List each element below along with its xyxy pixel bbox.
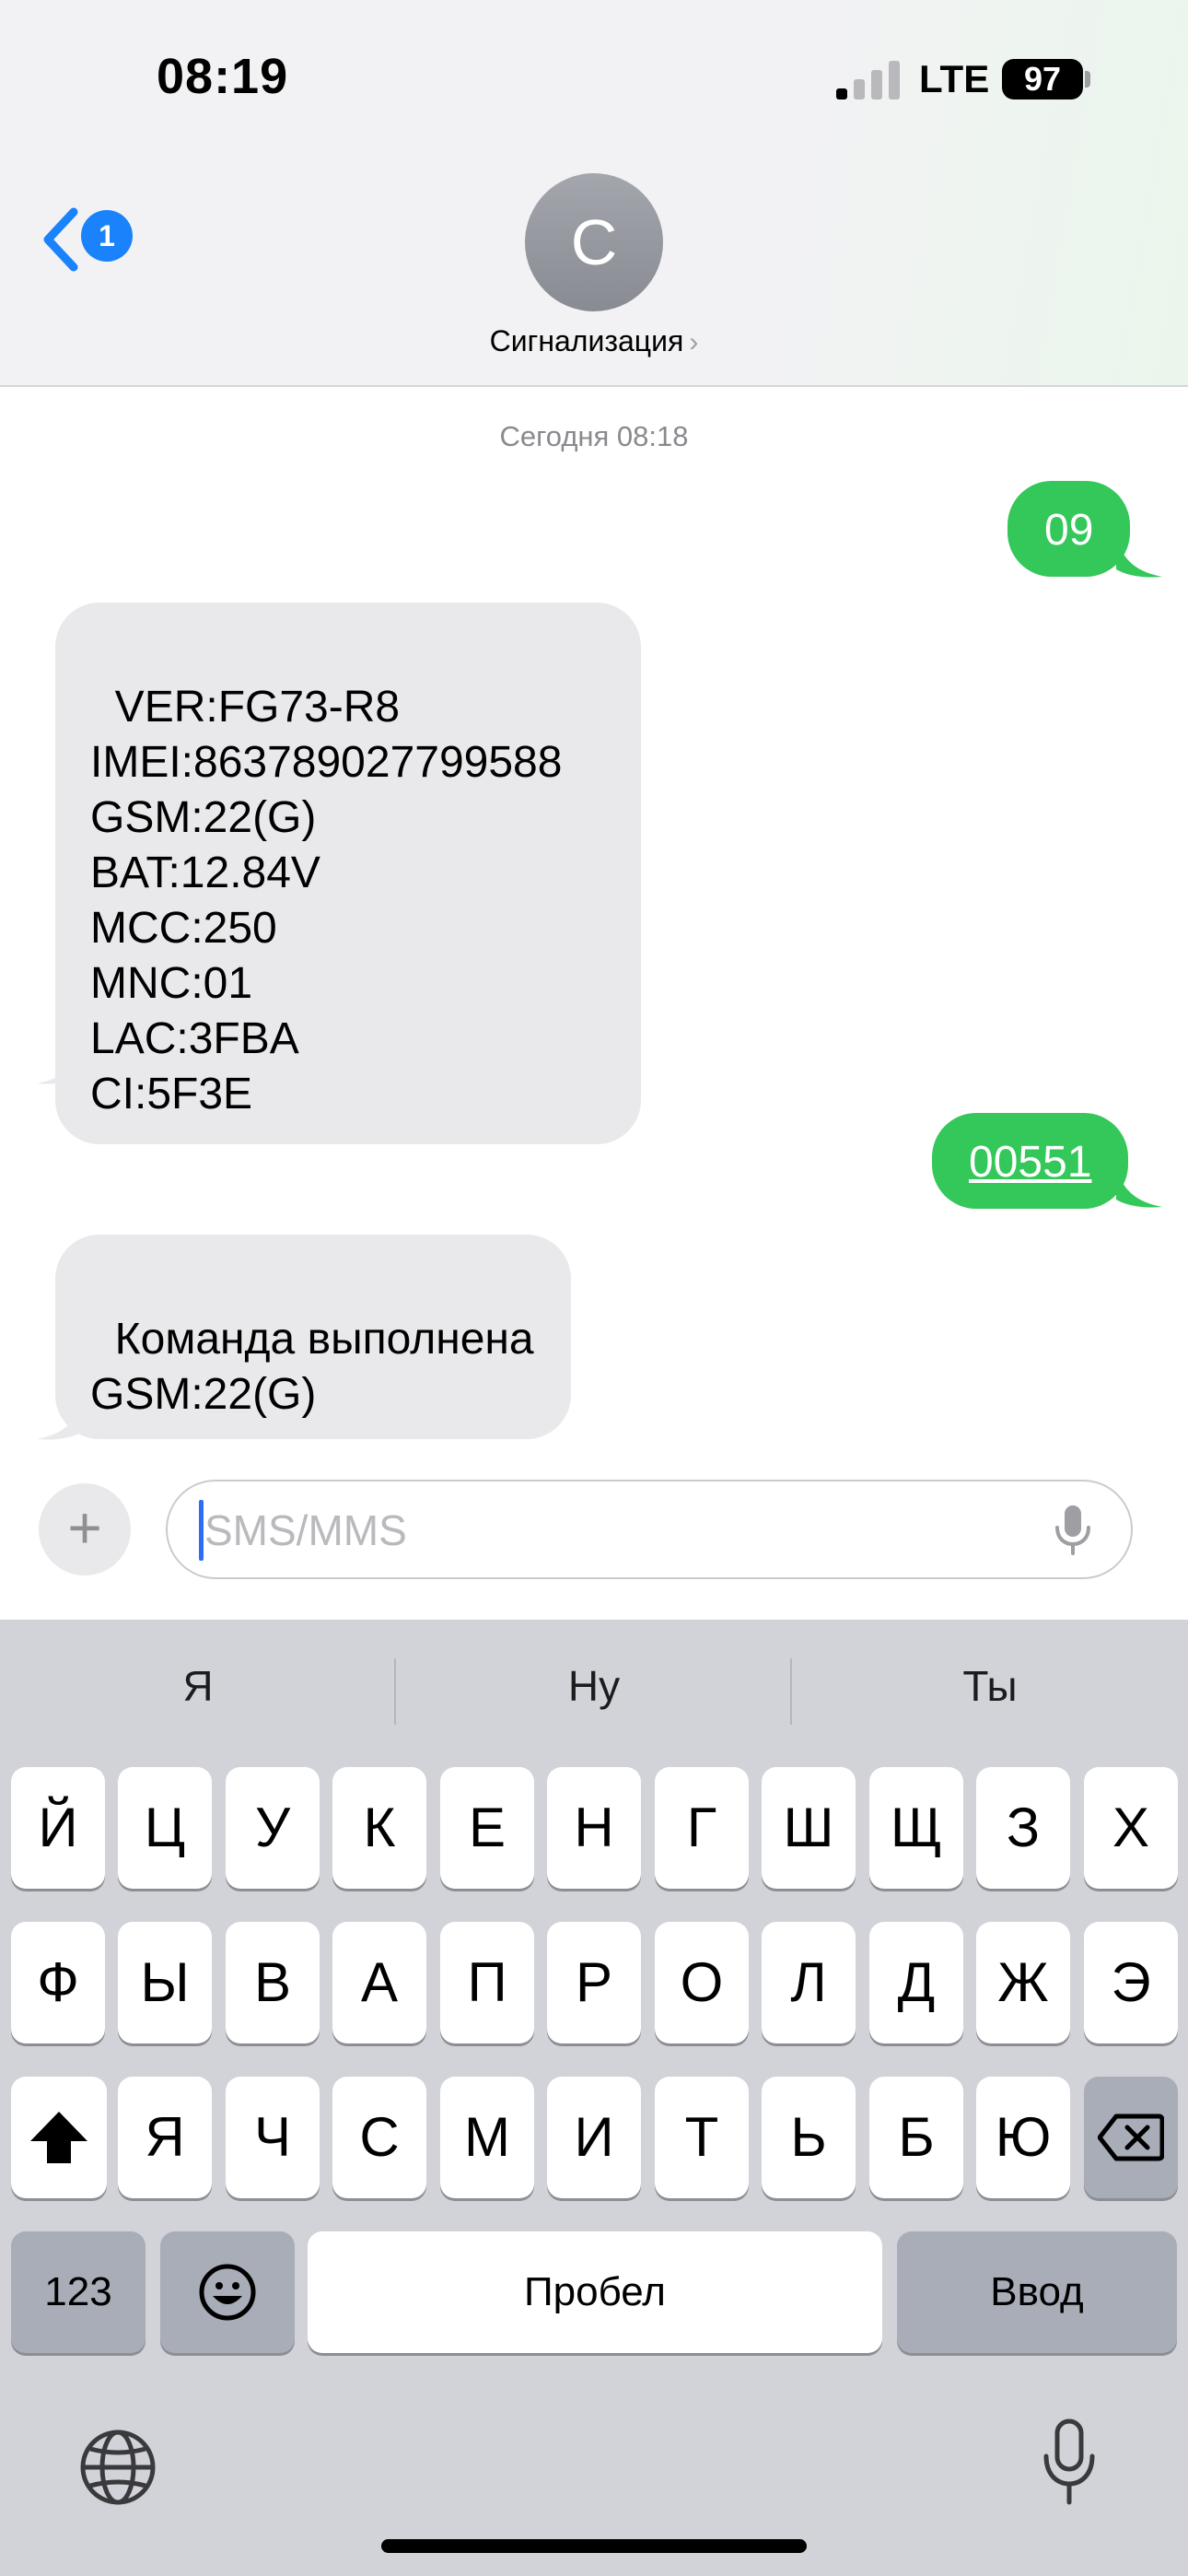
key-29[interactable]: Ь [762, 2077, 856, 2198]
backspace-icon [1098, 2113, 1164, 2161]
space-key[interactable]: Пробел [308, 2231, 882, 2353]
message-outgoing[interactable]: 09 [1007, 481, 1131, 577]
battery-level: 97 [1023, 60, 1062, 98]
key-18[interactable]: О [655, 1922, 749, 2043]
key-8[interactable]: Ш [762, 1767, 856, 1889]
suggestion-2[interactable]: Ну [396, 1644, 792, 1728]
cellular-signal-icon [836, 59, 901, 100]
key-1[interactable]: Й [11, 1767, 105, 1889]
message-text: VER:FG73-R8 IMEI:863789027799588 GSM:22(… [90, 683, 563, 1118]
plus-icon: + [67, 1494, 102, 1561]
key-12[interactable]: Ф [11, 1922, 105, 2043]
key-10[interactable]: З [976, 1767, 1070, 1889]
key-11[interactable]: Х [1084, 1767, 1178, 1889]
key-3[interactable]: У [226, 1767, 320, 1889]
network-type: LTE [919, 57, 990, 100]
key-28[interactable]: Т [655, 2077, 749, 2198]
key-5[interactable]: Е [440, 1767, 534, 1889]
emoji-icon [199, 2264, 256, 2321]
microphone-icon[interactable] [1041, 2418, 1098, 2508]
status-time: 08:19 [157, 49, 289, 104]
conversation-timestamp: Сегодня 08:18 [499, 420, 689, 452]
key-25[interactable]: С [332, 2077, 426, 2198]
key-24[interactable]: Ч [226, 2077, 320, 2198]
unread-badge[interactable]: 1 [81, 210, 133, 262]
key-30[interactable]: Б [869, 2077, 963, 2198]
key-26[interactable]: М [440, 2077, 534, 2198]
key-4[interactable]: К [332, 1767, 426, 1889]
contact-name-button[interactable]: Сигнализация › [410, 324, 778, 358]
apps-plus-button[interactable]: + [39, 1483, 131, 1575]
battery-icon: 97 [1002, 59, 1083, 100]
message-text: 09 [1044, 506, 1094, 555]
key-14[interactable]: В [226, 1922, 320, 2043]
key-21[interactable]: Ж [976, 1922, 1070, 2043]
return-key[interactable]: Ввод [897, 2231, 1177, 2353]
key-16[interactable]: П [440, 1922, 534, 2043]
globe-icon[interactable] [76, 2425, 160, 2510]
key-22[interactable]: Э [1084, 1922, 1178, 2043]
battery-tip [1085, 71, 1090, 88]
key-13[interactable]: Ы [118, 1922, 212, 2043]
key-27[interactable]: И [547, 2077, 641, 2198]
contact-avatar[interactable]: С [525, 173, 663, 311]
contact-name: Сигнализация [489, 324, 684, 357]
key-2[interactable]: Ц [118, 1767, 212, 1889]
message-input[interactable] [203, 1502, 1017, 1559]
key-6[interactable]: Н [547, 1767, 641, 1889]
emoji-key[interactable] [160, 2231, 295, 2353]
back-chevron-icon [43, 207, 78, 272]
key-20[interactable]: Д [869, 1922, 963, 2043]
message-text: Команда выполнена GSM:22(G) [90, 1315, 534, 1419]
key-23[interactable]: Я [118, 2077, 212, 2198]
key-9[interactable]: Щ [869, 1767, 963, 1889]
key-31[interactable]: Ю [976, 2077, 1070, 2198]
shift-icon [30, 2112, 87, 2163]
shift-key[interactable] [11, 2077, 107, 2198]
key-17[interactable]: Р [547, 1922, 641, 2043]
message-input-field[interactable] [166, 1480, 1133, 1579]
key-15[interactable]: А [332, 1922, 426, 2043]
suggestion-3[interactable]: Ты [792, 1644, 1188, 1728]
numbers-key[interactable]: 123 [11, 2231, 146, 2353]
chevron-right-icon: › [689, 327, 699, 357]
message-incoming[interactable]: Команда выполнена GSM:22(G) [55, 1235, 571, 1439]
suggestion-1[interactable]: Я [0, 1644, 396, 1728]
text-cursor [199, 1500, 204, 1561]
message-link-text[interactable]: 00551 [969, 1138, 1091, 1187]
message-outgoing[interactable]: 00551 [932, 1113, 1129, 1209]
backspace-key[interactable] [1084, 2077, 1178, 2198]
home-indicator[interactable] [381, 2539, 807, 2553]
message-incoming[interactable]: VER:FG73-R8 IMEI:863789027799588 GSM:22(… [55, 603, 641, 1144]
key-19[interactable]: Л [762, 1922, 856, 2043]
key-7[interactable]: Г [655, 1767, 749, 1889]
dictation-microphone-icon[interactable] [1050, 1504, 1096, 1557]
